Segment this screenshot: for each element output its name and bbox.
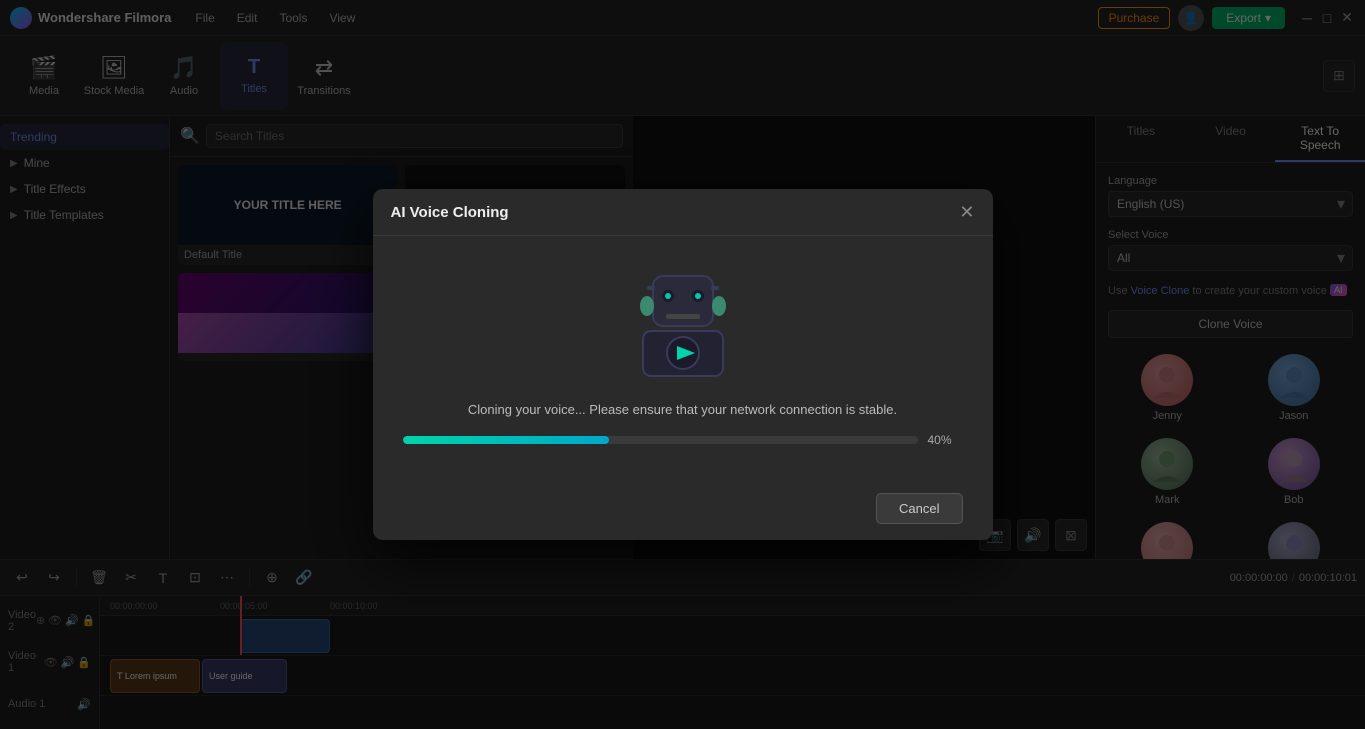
ai-voice-cloning-modal: AI Voice Cloning ✕ xyxy=(373,189,993,540)
modal-title: AI Voice Cloning xyxy=(391,204,509,221)
progress-bar-container xyxy=(403,436,918,444)
progress-bar-fill xyxy=(403,436,609,444)
modal-body: Cloning your voice... Please ensure that… xyxy=(373,236,993,477)
modal-header: AI Voice Cloning ✕ xyxy=(373,189,993,236)
robot-icon xyxy=(623,266,743,386)
modal-close-button[interactable]: ✕ xyxy=(959,203,974,221)
progress-row: 40% xyxy=(403,433,963,447)
modal-footer: Cancel xyxy=(373,477,993,540)
modal-overlay: AI Voice Cloning ✕ xyxy=(0,0,1365,729)
progress-text: Cloning your voice... Please ensure that… xyxy=(468,402,897,417)
cancel-button[interactable]: Cancel xyxy=(876,493,962,524)
progress-percent-label: 40% xyxy=(928,433,963,447)
